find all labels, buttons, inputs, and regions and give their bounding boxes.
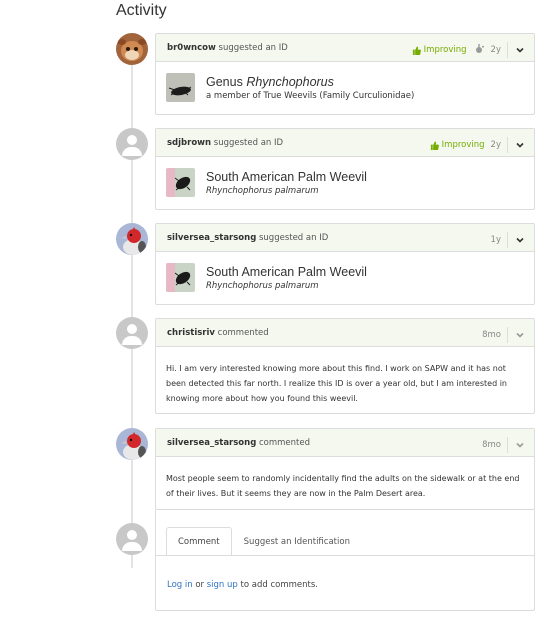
activity-card-1: br0wncow suggested an ID Improving 2y Ge…: [155, 33, 535, 115]
login-prompt: Log in or sign up to add comments.: [167, 580, 318, 590]
avatar-br0wncow[interactable]: [116, 33, 148, 65]
timestamp: 2y: [490, 140, 501, 150]
username-link[interactable]: silversea_starsong: [167, 233, 256, 243]
taxon-photo[interactable]: [166, 168, 195, 197]
signup-link[interactable]: sign up: [207, 580, 238, 590]
card-header: silversea_starsong commented 8mo: [156, 429, 534, 457]
comment-box: Comment Suggest an Identification Log in…: [155, 510, 535, 611]
thumbs-up-icon: [412, 45, 421, 55]
user-default-icon: [127, 530, 137, 540]
agree-icon[interactable]: [473, 43, 485, 58]
username-link[interactable]: br0wncow: [167, 43, 216, 53]
improving-badge: Improving: [430, 140, 485, 150]
taxon-rank: Genus: [206, 74, 243, 89]
activity-card-3: silversea_starsong suggested an ID 1y So…: [155, 223, 535, 305]
avatar-silversea-starsong[interactable]: [116, 428, 148, 460]
taxon-parent: a member of True Weevils (Family Curculi…: [206, 91, 414, 101]
comment-text: Most people seem to randomly incidentall…: [166, 474, 520, 498]
action-text: commented: [217, 328, 269, 338]
parent-taxon-link[interactable]: True Weevils (Family Curculionidae): [263, 91, 414, 101]
divider: [507, 232, 508, 248]
taxon-row[interactable]: South American Palm Weevil Rhynchophorus…: [166, 263, 367, 292]
status-label: Improving: [423, 45, 467, 55]
card-header: christisriv commented 8mo: [156, 319, 534, 347]
thumbs-up-icon: [430, 140, 439, 150]
login-link[interactable]: Log in: [167, 580, 193, 590]
improving-badge: Improving: [412, 45, 467, 55]
chevron-down-icon[interactable]: [514, 439, 526, 451]
username-link[interactable]: sdjbrown: [167, 138, 211, 148]
timestamp: 1y: [490, 235, 501, 245]
card-header: silversea_starsong suggested an ID 1y: [156, 224, 534, 252]
taxon-row[interactable]: South American Palm Weevil Rhynchophorus…: [166, 168, 367, 197]
username-link[interactable]: christisriv: [167, 328, 215, 338]
user-default-body: [122, 336, 142, 345]
divider: [507, 42, 508, 58]
chevron-down-icon[interactable]: [514, 234, 526, 246]
chevron-down-icon[interactable]: [514, 44, 526, 56]
user-default-icon: [127, 135, 137, 145]
tabs-divider: [156, 555, 534, 556]
login-suffix: to add comments.: [240, 580, 318, 590]
activity-card-2: sdjbrown suggested an ID Improving 2y So…: [155, 128, 535, 210]
divider: [507, 327, 508, 343]
comment-text: Hi. I am very interested knowing more ab…: [166, 364, 507, 403]
avatar-silversea-starsong[interactable]: [116, 223, 148, 255]
user-default-body: [122, 542, 142, 551]
activity-page: Activity br0wncow suggested an ID Improv…: [0, 0, 544, 618]
timestamp: 8mo: [482, 330, 501, 340]
taxon-photo[interactable]: [166, 263, 195, 292]
username-link[interactable]: silversea_starsong: [167, 438, 256, 448]
chevron-down-icon[interactable]: [514, 329, 526, 341]
divider: [507, 137, 508, 153]
chevron-down-icon[interactable]: [514, 139, 526, 151]
avatar-default-current-user: [116, 523, 148, 555]
taxon-name[interactable]: Genus Rhynchophorus: [206, 75, 414, 89]
action-text: suggested an ID: [218, 43, 288, 53]
card-header: br0wncow suggested an ID Improving 2y: [156, 34, 534, 62]
tab-suggest-id[interactable]: Suggest an Identification: [232, 527, 362, 556]
action-text: suggested an ID: [213, 138, 284, 148]
taxon-sci-name: Rhynchophorus palmarum: [206, 280, 319, 291]
avatar-default-sdjbrown[interactable]: [116, 128, 148, 160]
taxon-row[interactable]: Genus Rhynchophorus a member of True Wee…: [166, 73, 414, 102]
taxon-common-name[interactable]: South American Palm Weevil: [206, 265, 367, 279]
comment-card-1: christisriv commented 8mo Hi. I am very …: [155, 318, 535, 414]
page-title: Activity: [116, 2, 167, 19]
action-text: suggested an ID: [258, 233, 329, 243]
timestamp: 2y: [490, 45, 501, 55]
divider: [507, 437, 508, 453]
comment-card-2: silversea_starsong commented 8mo Most pe…: [155, 428, 535, 510]
comment-tabs: Comment Suggest an Identification: [166, 527, 362, 556]
taxon-sci-name: Rhynchophorus palmarum: [206, 185, 319, 196]
member-prefix: a member of: [206, 90, 261, 101]
or-text: or: [195, 580, 205, 590]
action-text: commented: [258, 438, 310, 448]
card-header: sdjbrown suggested an ID Improving 2y: [156, 129, 534, 157]
taxon-photo[interactable]: [166, 73, 195, 102]
user-default-body: [122, 147, 142, 156]
user-default-icon: [127, 324, 137, 334]
status-label: Improving: [441, 140, 485, 150]
taxon-common-name[interactable]: South American Palm Weevil: [206, 170, 367, 184]
taxon-sci-name: Rhynchophorus: [246, 74, 334, 89]
tab-comment[interactable]: Comment: [166, 527, 232, 556]
avatar-default-christisriv[interactable]: [116, 317, 148, 349]
timestamp: 8mo: [482, 440, 501, 450]
